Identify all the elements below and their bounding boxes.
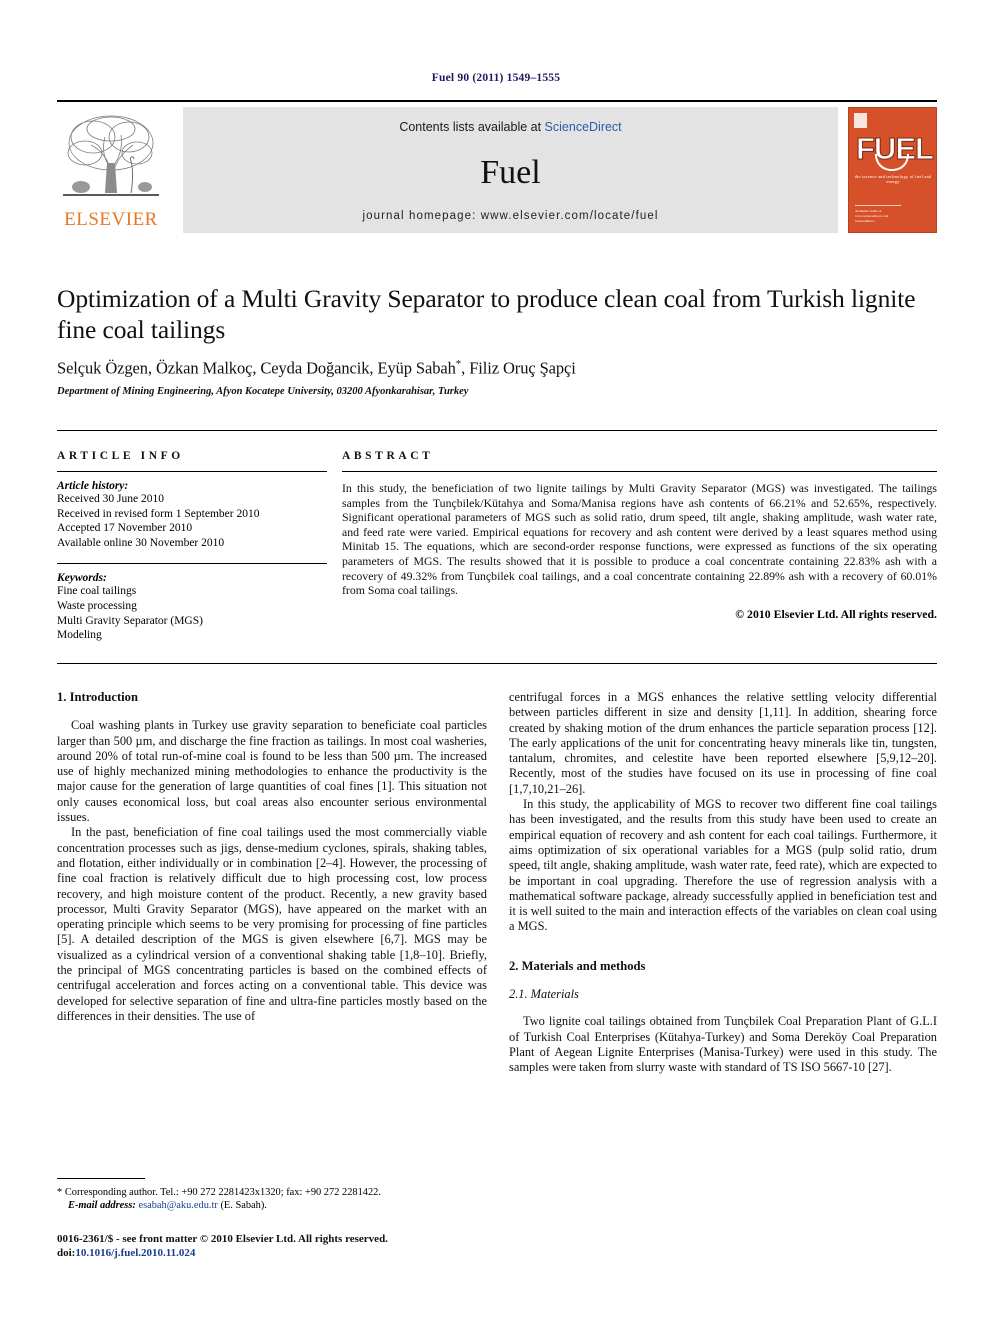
footnote-line-1: * Corresponding author. Tel.: +90 272 22… bbox=[57, 1186, 487, 1199]
journal-band: Contents lists available at ScienceDirec… bbox=[183, 107, 838, 233]
doi-line: doi:10.1016/j.fuel.2010.11.024 bbox=[57, 1247, 517, 1261]
keyword-item: Modeling bbox=[57, 629, 102, 642]
intro-paragraph-2: In the past, beneficiation of fine coal … bbox=[57, 825, 487, 1023]
footnote-contact: Corresponding author. Tel.: +90 272 2281… bbox=[64, 1187, 381, 1198]
article-history-item: Received in revised form 1 September 201… bbox=[57, 507, 260, 520]
abstract-rule bbox=[342, 471, 937, 472]
contents-prefix: Contents lists available at bbox=[399, 120, 545, 134]
sciencedirect-link[interactable]: ScienceDirect bbox=[545, 120, 622, 134]
cover-footer-line1: Available online at www.sciencedirect.co… bbox=[855, 209, 889, 218]
footnote-marker: * bbox=[57, 1187, 63, 1198]
masthead-top-rule bbox=[57, 100, 937, 102]
paper-page: Fuel 90 (2011) 1549–1555 ELSEVIER Conten… bbox=[0, 0, 992, 1323]
authors-main: Selçuk Özgen, Özkan Malkoç, Ceyda Doğanc… bbox=[57, 358, 456, 378]
journal-title: Fuel bbox=[480, 154, 541, 191]
keyword-item: Multi Gravity Separator (MGS) bbox=[57, 614, 203, 627]
journal-masthead: ELSEVIER Contents lists available at Sci… bbox=[57, 100, 937, 238]
author-list: Selçuk Özgen, Özkan Malkoç, Ceyda Doğanc… bbox=[57, 358, 937, 379]
journal-cover-thumbnail: FUEL the science and technology of fuel … bbox=[848, 107, 937, 233]
cover-tagline: the science and technology of fuel and e… bbox=[854, 174, 932, 184]
keyword-item: Fine coal tailings bbox=[57, 585, 137, 598]
article-history-item: Accepted 17 November 2010 bbox=[57, 522, 193, 535]
cover-footer-line2: ScienceDirect bbox=[855, 219, 875, 223]
doi-link[interactable]: 10.1016/j.fuel.2010.11.024 bbox=[75, 1247, 195, 1259]
elsevier-logo: ELSEVIER bbox=[57, 107, 165, 233]
footnote-rule bbox=[57, 1178, 145, 1179]
email-link[interactable]: esabah@aku.edu.tr bbox=[138, 1200, 217, 1211]
imprint-block: 0016-2361/$ - see front matter © 2010 El… bbox=[57, 1233, 517, 1260]
heading-materials-and-methods: 2. Materials and methods bbox=[509, 958, 646, 973]
abstract-column: ABSTRACT In this study, the beneficiatio… bbox=[342, 450, 937, 622]
article-info-rule bbox=[57, 471, 327, 472]
info-band-bottom-rule bbox=[57, 663, 937, 664]
authors-tail: , Filiz Oruç Şapçi bbox=[461, 358, 576, 378]
corresponding-author-footnote: * Corresponding author. Tel.: +90 272 22… bbox=[57, 1178, 487, 1213]
cover-publisher-mark bbox=[854, 113, 867, 128]
journal-homepage-link[interactable]: journal homepage: www.elsevier.com/locat… bbox=[183, 210, 838, 222]
info-band-top-rule bbox=[57, 430, 937, 431]
abstract-text: In this study, the beneficiation of two … bbox=[342, 481, 937, 598]
article-history-item: Available online 30 November 2010 bbox=[57, 536, 225, 549]
heading-introduction: 1. Introduction bbox=[57, 690, 138, 704]
article-info-column: ARTICLE INFO Article history: Received 3… bbox=[57, 450, 327, 643]
article-info-kicker: ARTICLE INFO bbox=[57, 450, 184, 462]
affiliation: Department of Mining Engineering, Afyon … bbox=[57, 385, 469, 397]
running-head: Fuel 90 (2011) 1549–1555 bbox=[431, 72, 561, 84]
email-label: E-mail address: bbox=[68, 1200, 136, 1212]
doi-prefix: doi: bbox=[57, 1246, 76, 1259]
issn-front-matter: 0016-2361/$ - see front matter © 2010 El… bbox=[57, 1233, 388, 1245]
cover-footer-rule bbox=[855, 205, 901, 206]
copyright-line: © 2010 Elsevier Ltd. All rights reserved… bbox=[735, 606, 937, 621]
elsevier-wordmark: ELSEVIER bbox=[64, 209, 158, 230]
heading-materials: 2.1. Materials bbox=[509, 987, 579, 1002]
cover-footer: Available online at www.sciencedirect.co… bbox=[855, 205, 915, 224]
keywords-rule bbox=[57, 563, 327, 565]
article-history-item: Received 30 June 2010 bbox=[57, 493, 164, 505]
materials-paragraph-1: Two lignite coal tailings obtained from … bbox=[509, 1014, 937, 1075]
abstract-kicker: ABSTRACT bbox=[342, 450, 434, 462]
title-block: Optimization of a Multi Gravity Separato… bbox=[57, 283, 937, 397]
article-history-label: Article history: bbox=[57, 480, 129, 492]
intro-paragraph-4: In this study, the applicability of MGS … bbox=[509, 797, 937, 934]
intro-paragraph-1: Coal washing plants in Turkey use gravit… bbox=[57, 718, 487, 825]
body-column-right: centrifugal forces in a MGS enhances the… bbox=[509, 690, 937, 1076]
email-owner: (E. Sabah). bbox=[220, 1200, 267, 1212]
footnote-line-2: E-mail address: esabah@aku.edu.tr (E. Sa… bbox=[57, 1199, 487, 1212]
elsevier-tree-icon bbox=[63, 115, 159, 196]
cover-swoosh-icon bbox=[875, 154, 909, 171]
body-column-left: 1. Introduction Coal washing plants in T… bbox=[57, 690, 487, 1024]
intro-paragraph-3: centrifugal forces in a MGS enhances the… bbox=[509, 690, 937, 796]
keyword-item: Waste processing bbox=[57, 599, 137, 612]
keywords-label: Keywords: bbox=[57, 572, 107, 585]
contents-available-line: Contents lists available at ScienceDirec… bbox=[183, 120, 838, 134]
page-title: Optimization of a Multi Gravity Separato… bbox=[57, 284, 916, 344]
